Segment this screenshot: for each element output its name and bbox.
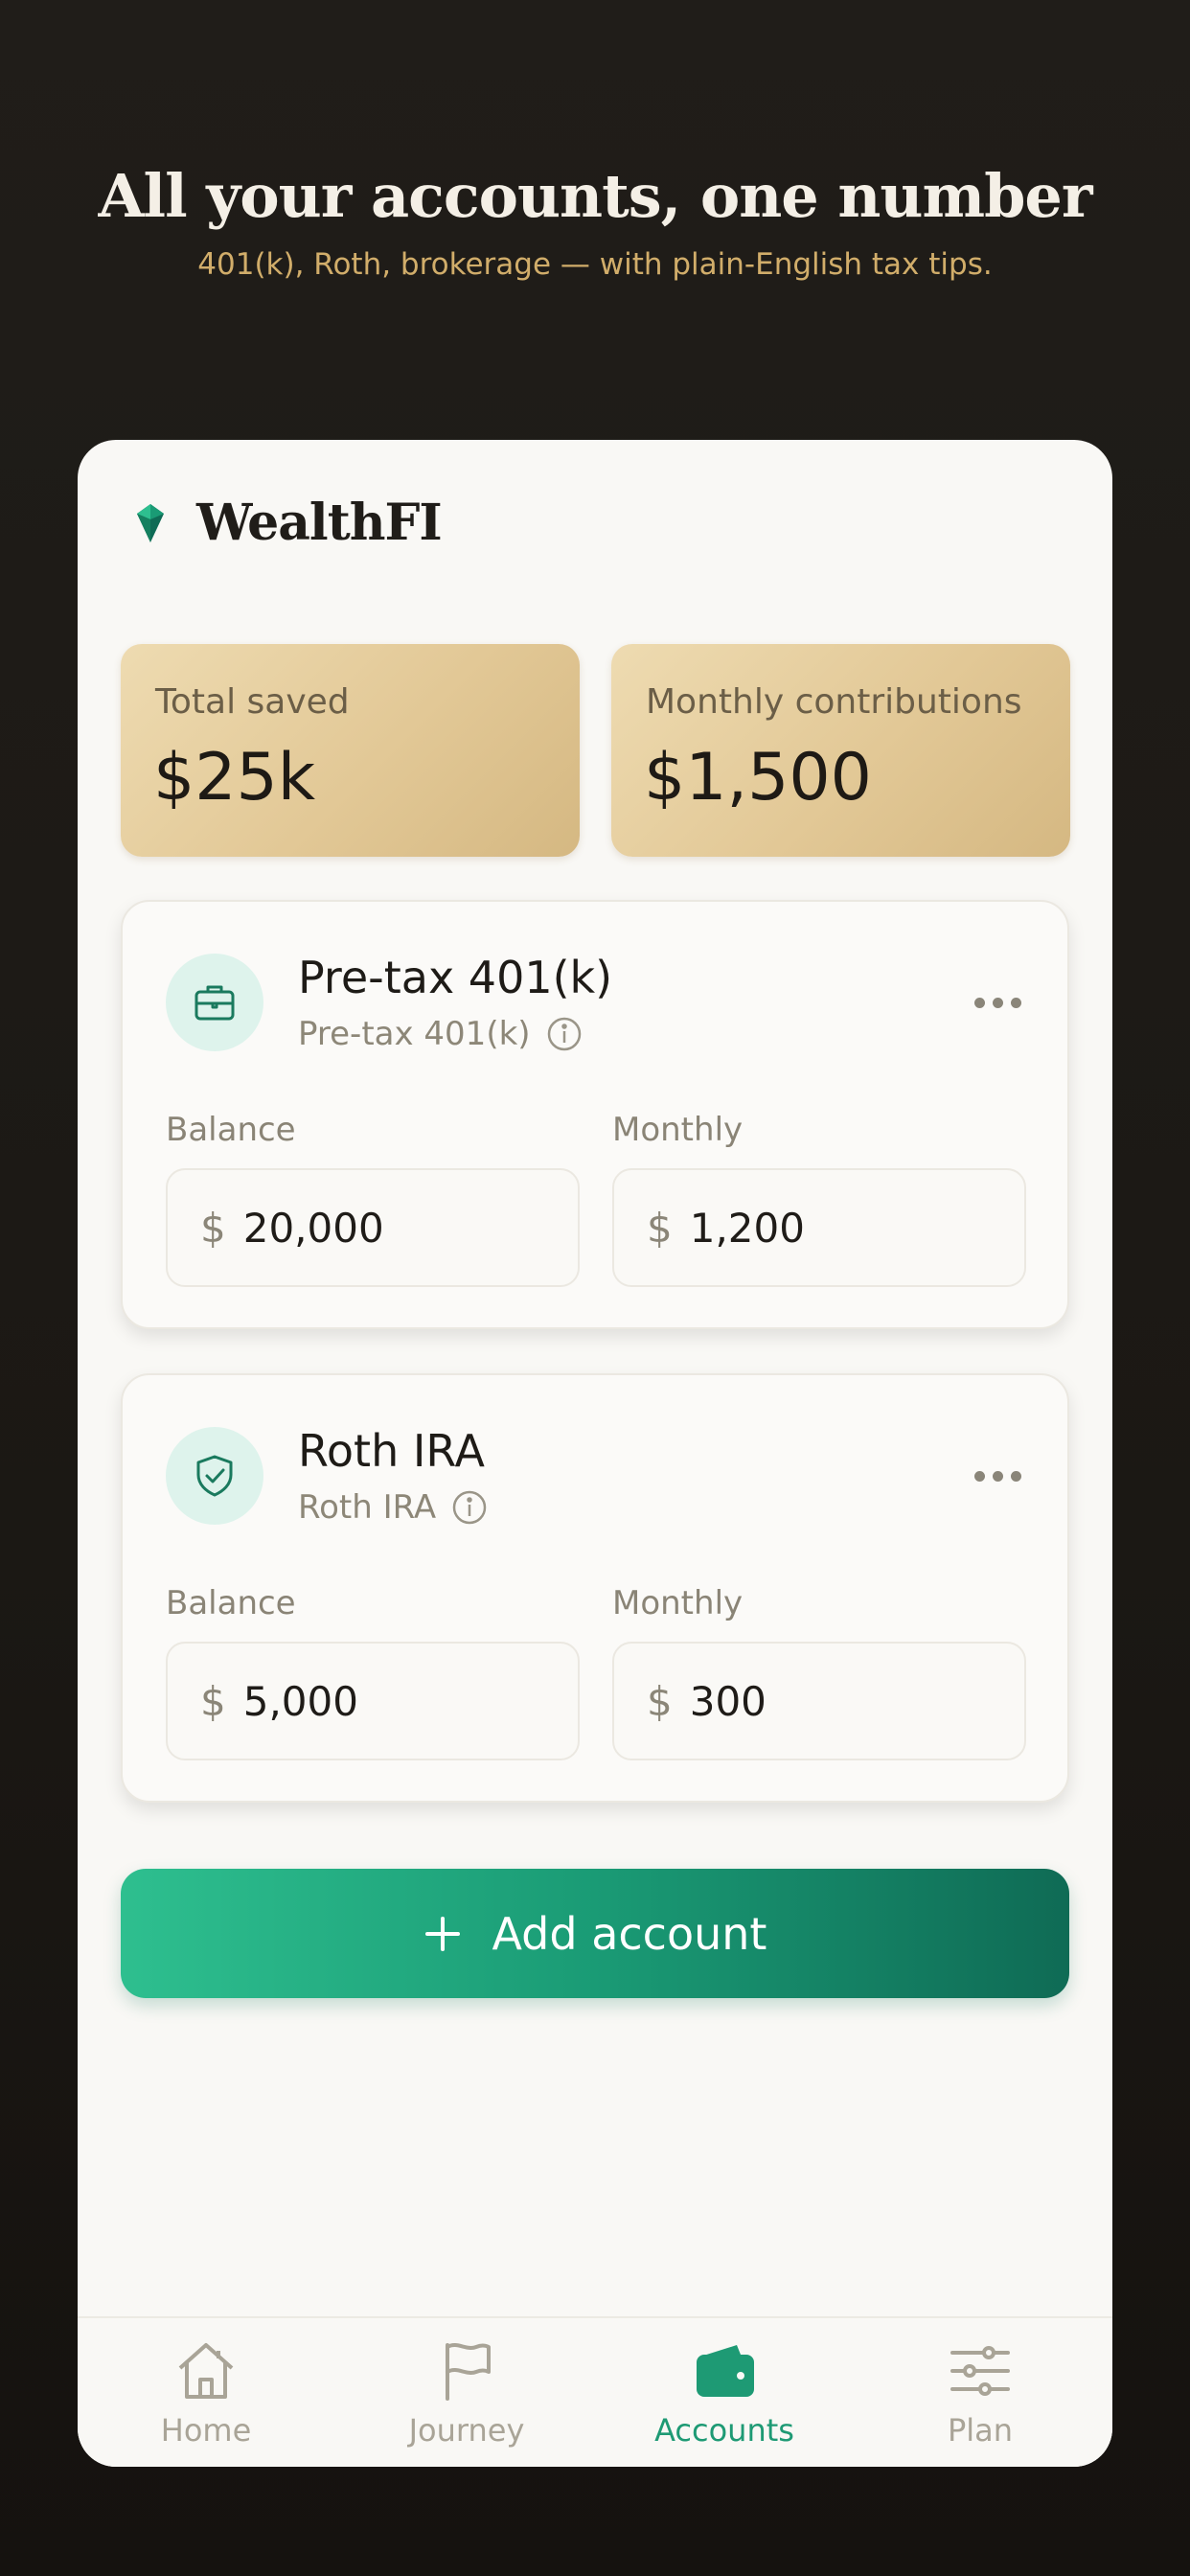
balance-label: Balance bbox=[166, 1111, 296, 1149]
currency-symbol: $ bbox=[647, 1677, 673, 1725]
gem-logo-icon bbox=[137, 503, 164, 542]
balance-label: Balance bbox=[166, 1584, 296, 1622]
info-icon[interactable] bbox=[546, 1016, 583, 1052]
account-name: Roth IRA bbox=[298, 1425, 485, 1477]
currency-symbol: $ bbox=[200, 1677, 226, 1725]
tab-home-label: Home bbox=[160, 2412, 252, 2449]
brand-name: WealthFI bbox=[196, 494, 443, 552]
balance-value: 5,000 bbox=[242, 1677, 358, 1725]
balance-input[interactable]: $ 5,000 bbox=[166, 1642, 580, 1760]
wallet-icon bbox=[697, 2345, 754, 2397]
tab-home[interactable]: Home bbox=[110, 2337, 302, 2449]
more-options-icon[interactable] bbox=[974, 1471, 1021, 1482]
account-name: Pre-tax 401(k) bbox=[298, 952, 613, 1003]
account-type-label: Roth IRA bbox=[298, 1488, 437, 1527]
hero-subtitle: 401(k), Roth, brokerage — with plain-Eng… bbox=[197, 247, 993, 282]
monthly-contributions-label: Monthly contributions bbox=[646, 682, 1022, 722]
add-account-label: Add account bbox=[492, 1907, 767, 1960]
shield-check-icon bbox=[196, 1455, 233, 1497]
account-badge bbox=[166, 954, 263, 1051]
tab-accounts[interactable]: Accounts bbox=[629, 2337, 820, 2449]
tab-journey[interactable]: Journey bbox=[371, 2337, 562, 2449]
monthly-value: 1,200 bbox=[689, 1204, 805, 1252]
total-saved-value: $25k bbox=[153, 740, 316, 816]
info-icon[interactable] bbox=[451, 1489, 488, 1526]
monthly-value: 300 bbox=[689, 1677, 767, 1725]
more-options-icon[interactable] bbox=[974, 998, 1021, 1008]
account-badge bbox=[166, 1427, 263, 1525]
monthly-input[interactable]: $ 1,200 bbox=[612, 1168, 1026, 1287]
brand-header: WealthFI bbox=[127, 494, 443, 552]
total-saved-label: Total saved bbox=[155, 682, 350, 722]
currency-symbol: $ bbox=[200, 1204, 226, 1252]
sliders-icon bbox=[950, 2346, 1010, 2396]
monthly-input[interactable]: $ 300 bbox=[612, 1642, 1026, 1760]
monthly-label: Monthly bbox=[612, 1111, 744, 1149]
account-card-roth-ira[interactable]: Roth IRA Roth IRA Balance Monthly $ 5,00… bbox=[121, 1373, 1069, 1803]
briefcase-icon bbox=[195, 985, 235, 1021]
monthly-contributions-card: Monthly contributions $1,500 bbox=[611, 644, 1070, 857]
monthly-contributions-value: $1,500 bbox=[644, 740, 872, 816]
plus-icon bbox=[424, 1916, 460, 1951]
home-icon bbox=[178, 2343, 234, 2399]
phone-screen: WealthFI Total saved $25k Monthly contri… bbox=[78, 440, 1112, 2467]
tab-plan-label: Plan bbox=[947, 2412, 1014, 2449]
tab-plan[interactable]: Plan bbox=[884, 2337, 1076, 2449]
total-saved-card: Total saved $25k bbox=[121, 644, 580, 857]
balance-value: 20,000 bbox=[242, 1204, 384, 1252]
bottom-tab-bar: Home Journey Accounts Plan bbox=[78, 2316, 1112, 2467]
flag-icon bbox=[446, 2343, 491, 2401]
account-type: Roth IRA bbox=[298, 1488, 488, 1527]
tab-journey-label: Journey bbox=[408, 2412, 525, 2449]
add-account-button[interactable]: Add account bbox=[121, 1869, 1069, 1998]
tab-accounts-label: Accounts bbox=[654, 2412, 794, 2449]
account-type-label: Pre-tax 401(k) bbox=[298, 1015, 531, 1053]
currency-symbol: $ bbox=[647, 1204, 673, 1252]
account-card-401k[interactable]: Pre-tax 401(k) Pre-tax 401(k) Balance Mo… bbox=[121, 900, 1069, 1329]
account-type: Pre-tax 401(k) bbox=[298, 1015, 583, 1053]
monthly-label: Monthly bbox=[612, 1584, 744, 1622]
hero-title: All your accounts, one number bbox=[98, 161, 1092, 231]
balance-input[interactable]: $ 20,000 bbox=[166, 1168, 580, 1287]
